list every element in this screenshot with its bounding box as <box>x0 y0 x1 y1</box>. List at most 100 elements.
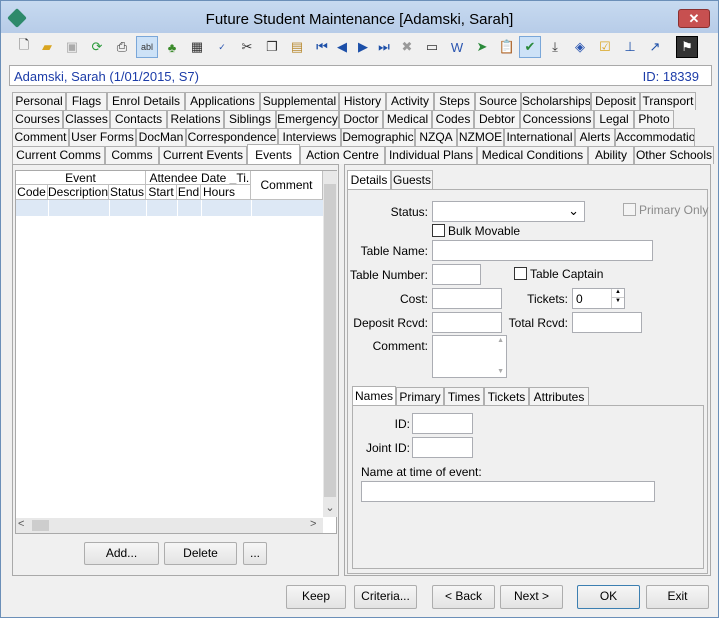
vertical-scroll-thumb[interactable] <box>324 184 336 497</box>
tab-names[interactable]: Names <box>352 386 396 405</box>
checklist-icon[interactable]: ☑ <box>594 36 616 58</box>
tab-contacts[interactable]: Contacts <box>110 110 167 128</box>
tab-courses[interactable]: Courses <box>12 110 63 128</box>
paste-icon[interactable]: ▤ <box>286 36 308 58</box>
tab-nzqa[interactable]: NZQA <box>415 128 457 146</box>
tab-accommodation[interactable]: Accommodation <box>615 128 695 146</box>
column-start[interactable]: Start <box>146 185 177 200</box>
first-record-icon[interactable]: ⏮ <box>311 36 333 58</box>
comment-textarea[interactable]: ▲ ▼ <box>432 335 507 378</box>
tab-supplemental[interactable]: Supplemental <box>260 92 339 110</box>
total-rcvd-input[interactable] <box>572 312 642 333</box>
tab-details[interactable]: Details <box>347 170 391 189</box>
back-button[interactable]: < Back <box>432 585 495 609</box>
bulk-movable-checkbox[interactable] <box>432 224 445 237</box>
name-at-event-input[interactable] <box>361 481 655 502</box>
pin-icon[interactable]: ⊥ <box>619 36 641 58</box>
tab-nzmoe[interactable]: NZMOE <box>457 128 504 146</box>
exit-button[interactable]: Exit <box>646 585 709 609</box>
table-name-input[interactable] <box>432 240 653 261</box>
tab-events[interactable]: Events <box>247 144 300 164</box>
scroll-down-icon[interactable]: ▼ <box>497 368 504 375</box>
save-icon[interactable]: ▣ <box>61 36 83 58</box>
approve-icon[interactable]: ✔ <box>519 36 541 58</box>
add-button[interactable]: Add... <box>84 542 159 565</box>
tab-flags[interactable]: Flags <box>66 92 107 110</box>
tab-medical-conditions[interactable]: Medical Conditions <box>477 146 588 164</box>
next-record-icon[interactable]: ▶ <box>352 36 374 58</box>
cost-input[interactable] <box>432 288 502 309</box>
scroll-up-icon[interactable]: ▲ <box>497 337 504 344</box>
tab-relations[interactable]: Relations <box>167 110 224 128</box>
tab-user-forms[interactable]: User Forms <box>69 128 136 146</box>
tab-enrol-details[interactable]: Enrol Details <box>107 92 185 110</box>
refresh-icon[interactable]: ⟳ <box>86 36 108 58</box>
tab-steps[interactable]: Steps <box>434 92 475 110</box>
table-captain-checkbox[interactable] <box>514 267 527 280</box>
tab-siblings[interactable]: Siblings <box>224 110 276 128</box>
tab-attributes[interactable]: Attributes <box>529 387 589 406</box>
column-end[interactable]: End <box>177 185 201 200</box>
previous-record-icon[interactable]: ◀ <box>331 36 353 58</box>
tab-action-centre[interactable]: Action Centre <box>300 146 385 164</box>
tab-activity[interactable]: Activity <box>386 92 434 110</box>
copy-icon[interactable]: ❐ <box>261 36 283 58</box>
tab-medical[interactable]: Medical <box>383 110 432 128</box>
tree-icon[interactable]: ♣ <box>161 36 183 58</box>
stepper-up-icon[interactable]: ▲ <box>611 289 624 298</box>
tab-other-schools[interactable]: Other Schools <box>634 146 714 164</box>
tab-scholarships[interactable]: Scholarships <box>521 92 591 110</box>
joint-id-input[interactable] <box>412 437 473 458</box>
arrow-icon[interactable]: ↗ <box>644 36 666 58</box>
tab-comms[interactable]: Comms <box>105 146 159 164</box>
tab-transport[interactable]: Transport <box>640 92 696 110</box>
column-description[interactable]: Description <box>48 185 109 200</box>
horizontal-scroll-thumb[interactable] <box>32 520 49 531</box>
ok-button[interactable]: OK <box>577 585 640 609</box>
tab-individual-plans[interactable]: Individual Plans <box>385 146 477 164</box>
tab-current-events[interactable]: Current Events <box>159 146 247 164</box>
close-button[interactable]: ✕ <box>678 9 710 28</box>
column-hours[interactable]: Hours <box>201 185 251 200</box>
last-record-icon[interactable]: ⏭ <box>373 36 395 58</box>
deposit-rcvd-input[interactable] <box>432 312 502 333</box>
word-icon[interactable]: W <box>446 36 468 58</box>
tab-primary[interactable]: Primary <box>396 387 444 406</box>
tab-classes[interactable]: Classes <box>63 110 110 128</box>
download-icon[interactable]: ⤓ <box>544 36 566 58</box>
card-icon[interactable]: ▭ <box>421 36 443 58</box>
tab-concessions[interactable]: Concessions <box>520 110 594 128</box>
tab-codes[interactable]: Codes <box>432 110 474 128</box>
new-icon[interactable]: 🗋 <box>13 36 35 58</box>
stepper-down-icon[interactable]: ▼ <box>611 298 624 308</box>
delete-icon[interactable]: ✖ <box>396 36 418 58</box>
table-row[interactable] <box>16 200 323 216</box>
tab-tickets[interactable]: Tickets <box>484 387 529 406</box>
text-field-icon[interactable]: abl <box>136 36 158 58</box>
tab-comment[interactable]: Comment <box>12 128 69 146</box>
delete-button[interactable]: Delete <box>164 542 237 565</box>
keep-button[interactable]: Keep <box>286 585 346 609</box>
tab-history[interactable]: History <box>339 92 386 110</box>
tab-doctor[interactable]: Doctor <box>339 110 383 128</box>
next-button[interactable]: Next > <box>500 585 563 609</box>
tab-demographic[interactable]: Demographic <box>341 128 415 146</box>
scroll-right-icon[interactable]: > <box>310 518 316 530</box>
status-select[interactable]: ⌄ <box>432 201 585 222</box>
tab-international[interactable]: International <box>504 128 575 146</box>
clipboard-icon[interactable]: 📋 <box>496 36 518 58</box>
tab-times[interactable]: Times <box>444 387 484 406</box>
tab-photo[interactable]: Photo <box>634 110 674 128</box>
column-code[interactable]: Code <box>16 185 48 200</box>
table-number-input[interactable] <box>432 264 481 285</box>
tab-alerts[interactable]: Alerts <box>575 128 615 146</box>
tab-legal[interactable]: Legal <box>594 110 634 128</box>
tab-debtor[interactable]: Debtor <box>474 110 520 128</box>
flag-icon[interactable]: ⚑ <box>676 36 698 58</box>
tab-source[interactable]: Source <box>475 92 521 110</box>
open-icon[interactable]: ▰ <box>36 36 58 58</box>
horizontal-scrollbar[interactable]: < > <box>16 518 323 533</box>
spellcheck-icon[interactable]: ✓ <box>211 36 233 58</box>
tab-applications[interactable]: Applications <box>185 92 260 110</box>
tag-icon[interactable]: ◈ <box>569 36 591 58</box>
